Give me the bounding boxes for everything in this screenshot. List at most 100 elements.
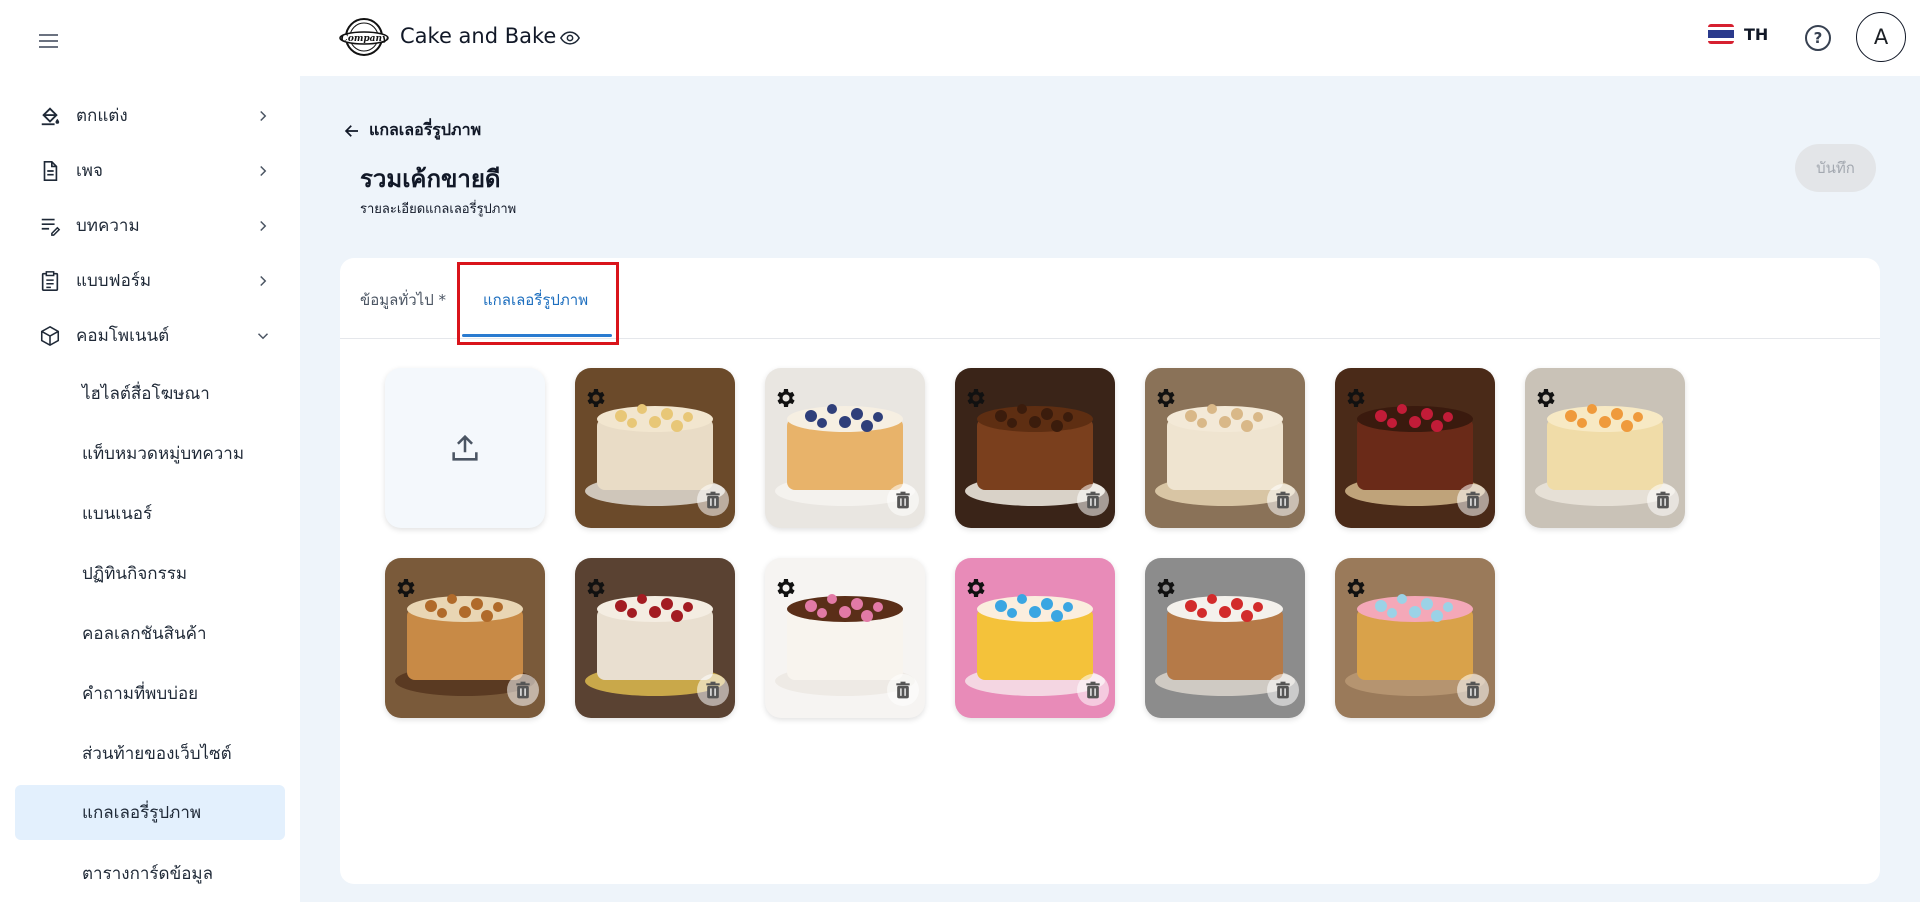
gallery-image-carrot-cake[interactable] [385, 558, 545, 718]
cake-decoration [851, 598, 863, 610]
cake-decoration [1051, 420, 1063, 432]
cake-decoration [1431, 610, 1443, 622]
sidebar-item-decoration[interactable]: ตกแต่ง [0, 88, 300, 143]
cake-decoration [1063, 412, 1073, 422]
cake-decoration [1409, 416, 1421, 428]
components-subnav: ไฮไลต์สื่อโฆษณา แท็บหมวดหมู่บทความ แบนเน… [0, 363, 300, 902]
gallery-image-berry-fruit-tart[interactable] [1145, 558, 1305, 718]
gear-icon[interactable] [963, 386, 987, 410]
cake-decoration [1241, 420, 1253, 432]
trash-icon[interactable] [1267, 674, 1299, 706]
sidebar-subitem-data-card-table[interactable]: ตารางการ์ดข้อมูล [0, 843, 300, 902]
cake-decoration [649, 606, 661, 618]
gallery-image-almond-rose-cake[interactable] [1145, 368, 1305, 528]
company-logo: Company [339, 18, 389, 56]
cake-decoration [481, 610, 493, 622]
cake-decoration [649, 416, 661, 428]
gear-icon[interactable] [773, 386, 797, 410]
cake-decoration [1219, 606, 1231, 618]
upload-tile[interactable] [385, 368, 545, 528]
trash-icon[interactable] [697, 674, 729, 706]
cake-decoration [1621, 420, 1633, 432]
gallery-image-banana-cream-cake[interactable] [575, 368, 735, 528]
trash-icon[interactable] [697, 484, 729, 516]
cake-decoration [459, 606, 471, 618]
upload-icon [452, 434, 478, 461]
sidebar-subitem-media-highlight[interactable]: ไฮไลต์สื่อโฆษณา [0, 363, 300, 423]
cake-decoration [1231, 598, 1243, 610]
page-subtitle: รายละเอียดแกลเลอรี่รูปภาพ [360, 202, 517, 217]
help-icon[interactable]: ? [1805, 25, 1831, 51]
document-icon [38, 159, 62, 183]
cake-decoration [1599, 416, 1611, 428]
cake-decoration [425, 600, 437, 612]
sidebar-subitem-banner[interactable]: แบนเนอร์ [0, 483, 300, 543]
cake-decoration [1185, 410, 1197, 422]
cake-decoration [671, 420, 683, 432]
sidebar-subitem-event-calendar[interactable]: ปฏิทินกิจกรรม [0, 543, 300, 603]
gallery-image-rainbow-cake[interactable] [955, 558, 1115, 718]
sidebar-item-pages[interactable]: เพจ [0, 143, 300, 198]
gear-icon[interactable] [1533, 386, 1557, 410]
cake-decoration [661, 408, 673, 420]
active-tab-indicator [462, 334, 612, 337]
trash-icon[interactable] [887, 674, 919, 706]
cake-decoration [995, 410, 1007, 422]
gear-icon[interactable] [1153, 576, 1177, 600]
trash-icon[interactable] [887, 484, 919, 516]
trash-icon[interactable] [507, 674, 539, 706]
gallery-image-chocolate-cake[interactable] [955, 368, 1115, 528]
trash-icon[interactable] [1077, 484, 1109, 516]
gallery-image-cupcakes[interactable] [1335, 558, 1495, 718]
sidebar-item-components[interactable]: คอมโพเนนต์ [0, 308, 300, 363]
back-link[interactable]: แกลเลอรี่รูปภาพ [343, 118, 481, 143]
cake-decoration [1041, 408, 1053, 420]
sidebar-subitem-article-category-tabs[interactable]: แท็บหมวดหมู่บทความ [0, 423, 300, 483]
tab-image-gallery[interactable]: แกลเลอรี่รูปภาพ [483, 288, 588, 312]
sidebar-item-forms[interactable]: แบบฟอร์ม [0, 253, 300, 308]
cake-decoration [827, 404, 837, 414]
gallery-image-birthday-drip-cake[interactable] [765, 558, 925, 718]
gallery-image-raspberry-chocolate-cake[interactable] [1335, 368, 1495, 528]
sidebar-subitem-product-collection[interactable]: คอลเลกชันสินค้า [0, 603, 300, 663]
gallery-image-red-velvet-gold-cake[interactable] [575, 558, 735, 718]
cake-decoration [1041, 598, 1053, 610]
menu-toggle-icon[interactable] [38, 30, 62, 54]
cake-decoration [1185, 600, 1197, 612]
gear-icon[interactable] [1343, 576, 1367, 600]
language-switcher[interactable]: TH [1708, 24, 1768, 44]
sidebar-subitem-footer[interactable]: ส่วนท้ายของเว็บไซต์ [0, 723, 300, 783]
sidebar-subitem-image-gallery[interactable]: แกลเลอรี่รูปภาพ [15, 785, 285, 840]
cake-decoration [851, 408, 863, 420]
cake-decoration [671, 610, 683, 622]
gear-icon[interactable] [773, 576, 797, 600]
gear-icon[interactable] [1153, 386, 1177, 410]
gallery-image-blueberry-cake[interactable] [765, 368, 925, 528]
cake-decoration [1397, 404, 1407, 414]
cake-decoration [1207, 404, 1217, 414]
avatar[interactable]: A [1856, 12, 1906, 62]
trash-icon[interactable] [1457, 484, 1489, 516]
sidebar-item-label: แบบฟอร์ม [76, 271, 152, 291]
gear-icon[interactable] [583, 576, 607, 600]
trash-icon[interactable] [1077, 674, 1109, 706]
tab-general-info[interactable]: ข้อมูลทั่วไป * [360, 288, 446, 312]
gallery-image-peach-mille-feuille[interactable] [1525, 368, 1685, 528]
gear-icon[interactable] [583, 386, 607, 410]
trash-icon[interactable] [1647, 484, 1679, 516]
eye-icon[interactable] [560, 29, 580, 47]
gear-icon[interactable] [1343, 386, 1367, 410]
save-button[interactable]: บันทึก [1795, 144, 1876, 192]
cake-decoration [1443, 412, 1453, 422]
gear-icon[interactable] [963, 576, 987, 600]
trash-icon[interactable] [1457, 674, 1489, 706]
cake-decoration [873, 412, 883, 422]
sidebar-item-articles[interactable]: บทความ [0, 198, 300, 253]
trash-icon[interactable] [1267, 484, 1299, 516]
cake-decoration [1633, 412, 1643, 422]
top-header: Company Cake and Bake TH ? A [300, 0, 1920, 76]
sidebar-subitem-faq[interactable]: คำถามที่พบบ่อย [0, 663, 300, 723]
gear-icon[interactable] [393, 576, 417, 600]
cake-decoration [1443, 602, 1453, 612]
app-title: Cake and Bake [400, 24, 557, 48]
